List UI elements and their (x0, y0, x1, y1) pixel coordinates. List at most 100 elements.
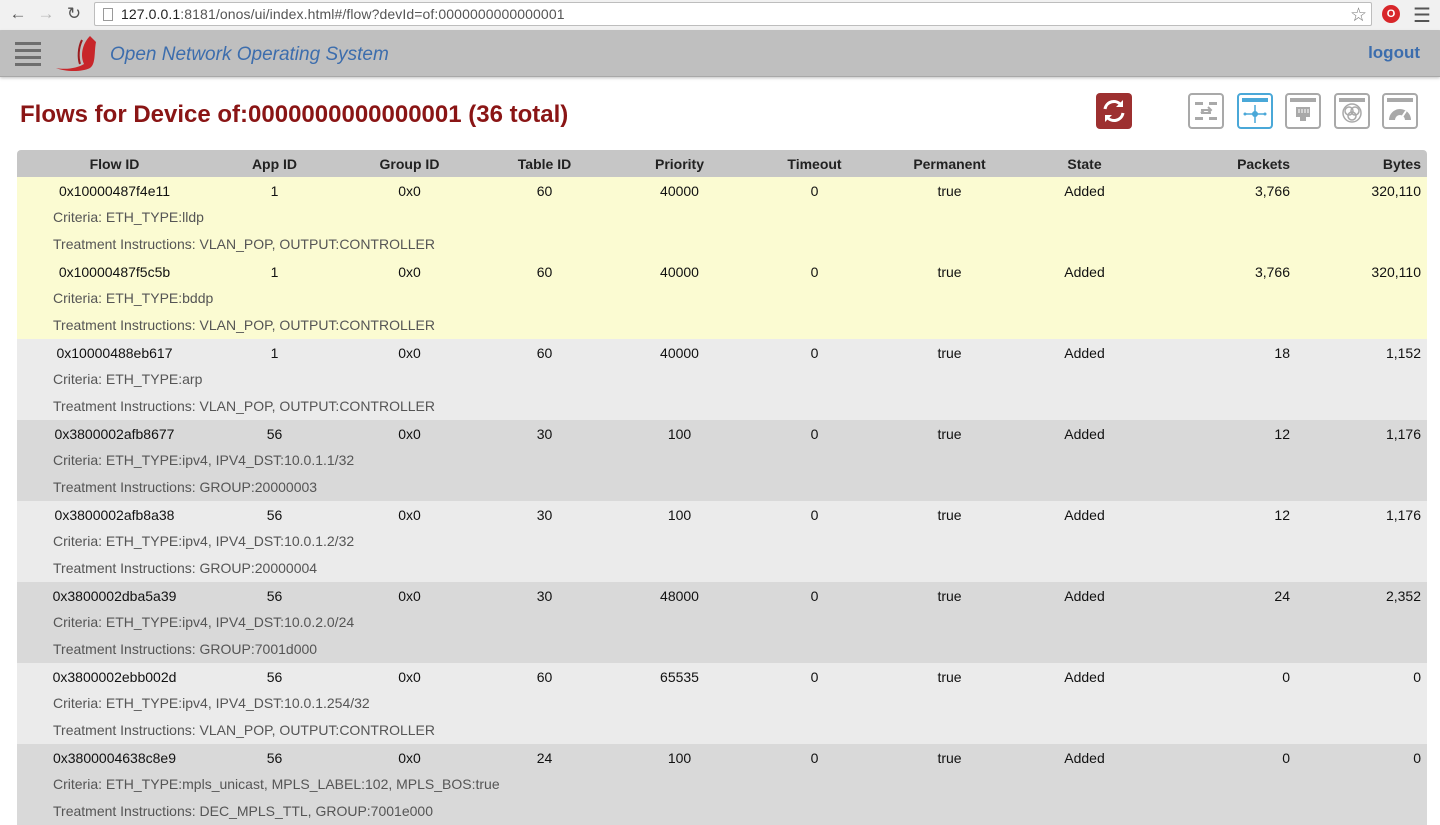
nav-menu-icon[interactable] (15, 42, 41, 66)
timeout-cell: 0 (810, 425, 819, 442)
permanent-cell: true (937, 749, 962, 766)
bytes-cell: 2,352 (1385, 587, 1421, 604)
group-id-cell: 0x0 (398, 587, 421, 604)
app-id-cell: 56 (266, 587, 283, 604)
app-id-cell: 56 (266, 425, 283, 442)
switch-view-button[interactable] (1188, 93, 1224, 129)
treatment-text: Treatment Instructions: GROUP:7001d000 (53, 641, 318, 657)
group-id-cell: 0x0 (398, 425, 421, 442)
table-row[interactable]: 0x10000487f4e11 1 0x0 60 40000 0 true Ad… (17, 177, 1427, 258)
switch-icon (1195, 102, 1217, 120)
column-header[interactable]: Bytes (1290, 156, 1427, 172)
flow-id-cell: 0x10000487f5c5b (58, 263, 171, 280)
treatment-text: Treatment Instructions: VLAN_POP, OUTPUT… (53, 317, 436, 333)
group-id-cell: 0x0 (398, 263, 421, 280)
state-cell: Added (1064, 506, 1105, 523)
url-host: 127.0.0.1 (121, 6, 181, 22)
bytes-cell: 320,110 (1371, 182, 1421, 199)
table-id-cell: 60 (536, 668, 553, 685)
browser-toolbar: ← → ↻ 127.0.0.1:8181/onos/ui/index.html#… (0, 0, 1440, 31)
column-header[interactable]: Table ID (482, 156, 607, 172)
page-title: Flows for Device of:0000000000000001 (36… (20, 101, 569, 128)
column-header[interactable]: Packets (1147, 156, 1290, 172)
table-id-cell: 30 (536, 587, 553, 604)
browser-menu-icon[interactable]: ☰ (1413, 3, 1431, 28)
group-id-cell: 0x0 (398, 668, 421, 685)
nav-menu-bar (15, 49, 41, 52)
timeout-cell: 0 (810, 749, 819, 766)
page-icon (103, 7, 113, 21)
priority-cell: 48000 (660, 587, 699, 604)
state-cell: Added (1064, 344, 1105, 361)
column-header[interactable]: Group ID (337, 156, 482, 172)
forward-icon[interactable]: → (35, 3, 57, 25)
url-path: :8181/onos/ui/index.html#/flow?devId=of:… (180, 6, 565, 22)
table-id-cell: 30 (536, 506, 553, 523)
treatment-text: Treatment Instructions: VLAN_POP, OUTPUT… (53, 236, 436, 252)
criteria-text: Criteria: ETH_TYPE:mpls_unicast, MPLS_LA… (53, 776, 500, 792)
state-cell: Added (1064, 749, 1105, 766)
flow-table-view-button[interactable] (1237, 93, 1273, 129)
timeout-cell: 0 (810, 344, 819, 361)
bookmark-star-icon[interactable]: ☆ (1350, 4, 1367, 27)
flow-id-cell: 0x3800002afb8a38 (54, 506, 175, 523)
column-header[interactable]: State (1022, 156, 1147, 172)
timeout-cell: 0 (810, 506, 819, 523)
column-header[interactable]: App ID (212, 156, 337, 172)
criteria-text: Criteria: ETH_TYPE:lldp (53, 209, 204, 225)
column-header[interactable]: Flow ID (17, 156, 212, 172)
treatment-text: Treatment Instructions: GROUP:20000003 (53, 479, 318, 495)
refresh-button[interactable] (1096, 93, 1132, 129)
priority-cell: 40000 (660, 344, 699, 361)
table-id-cell: 60 (536, 344, 553, 361)
state-cell: Added (1064, 587, 1105, 604)
extension-icon[interactable]: O (1382, 5, 1400, 23)
flow-id-cell: 0x10000487f4e11 (58, 182, 171, 199)
permanent-cell: true (937, 587, 962, 604)
reload-icon[interactable]: ↻ (63, 3, 85, 25)
criteria-text: Criteria: ETH_TYPE:ipv4, IPV4_DST:10.0.2… (53, 614, 355, 630)
table-row[interactable]: 0x3800002afb8a38 56 0x0 30 100 0 true Ad… (17, 501, 1427, 582)
table-row[interactable]: 0x10000488eb617 1 0x0 60 40000 0 true Ad… (17, 339, 1427, 420)
meter-table-view-button[interactable] (1382, 93, 1418, 129)
criteria-text: Criteria: ETH_TYPE:bddp (53, 290, 214, 306)
column-header[interactable]: Timeout (752, 156, 877, 172)
packets-cell: 3,766 (1254, 263, 1290, 280)
address-bar[interactable]: 127.0.0.1:8181/onos/ui/index.html#/flow?… (94, 2, 1372, 26)
port-table-view-button[interactable] (1285, 93, 1321, 129)
permanent-cell: true (937, 425, 962, 442)
state-cell: Added (1064, 668, 1105, 685)
permanent-cell: true (937, 668, 962, 685)
group-id-cell: 0x0 (398, 506, 421, 523)
table-row[interactable]: 0x3800002ebb002d 56 0x0 60 65535 0 true … (17, 663, 1427, 744)
timeout-cell: 0 (810, 182, 819, 199)
port-table-icon (1290, 98, 1316, 121)
bytes-cell: 1,176 (1385, 425, 1421, 442)
permanent-cell: true (937, 263, 962, 280)
flow-id-cell: 0x3800002afb8677 (54, 425, 175, 442)
app-id-cell: 56 (266, 749, 283, 766)
table-row[interactable]: 0x3800002afb8677 56 0x0 30 100 0 true Ad… (17, 420, 1427, 501)
table-row[interactable]: 0x3800004638c8e9 56 0x0 24 100 0 true Ad… (17, 744, 1427, 825)
permanent-cell: true (937, 182, 962, 199)
nav-menu-bar (15, 63, 41, 66)
state-cell: Added (1064, 182, 1105, 199)
app-title: Open Network Operating System (110, 44, 389, 65)
logout-link[interactable]: logout (1368, 43, 1420, 63)
app-id-cell: 1 (270, 263, 279, 280)
group-id-cell: 0x0 (398, 182, 421, 199)
bytes-cell: 0 (1413, 749, 1421, 766)
column-header[interactable]: Priority (607, 156, 752, 172)
nav-menu-bar (15, 56, 41, 59)
column-header[interactable]: Permanent (877, 156, 1022, 172)
treatment-text: Treatment Instructions: VLAN_POP, OUTPUT… (53, 398, 436, 414)
packets-cell: 0 (1282, 749, 1290, 766)
bytes-cell: 1,176 (1385, 506, 1421, 523)
app-id-cell: 1 (270, 182, 279, 199)
back-icon[interactable]: ← (7, 3, 29, 25)
table-row[interactable]: 0x10000487f5c5b 1 0x0 60 40000 0 true Ad… (17, 258, 1427, 339)
flow-id-cell: 0x3800004638c8e9 (52, 749, 176, 766)
packets-cell: 12 (1274, 506, 1290, 523)
group-table-view-button[interactable] (1334, 93, 1370, 129)
table-row[interactable]: 0x3800002dba5a39 56 0x0 30 48000 0 true … (17, 582, 1427, 663)
